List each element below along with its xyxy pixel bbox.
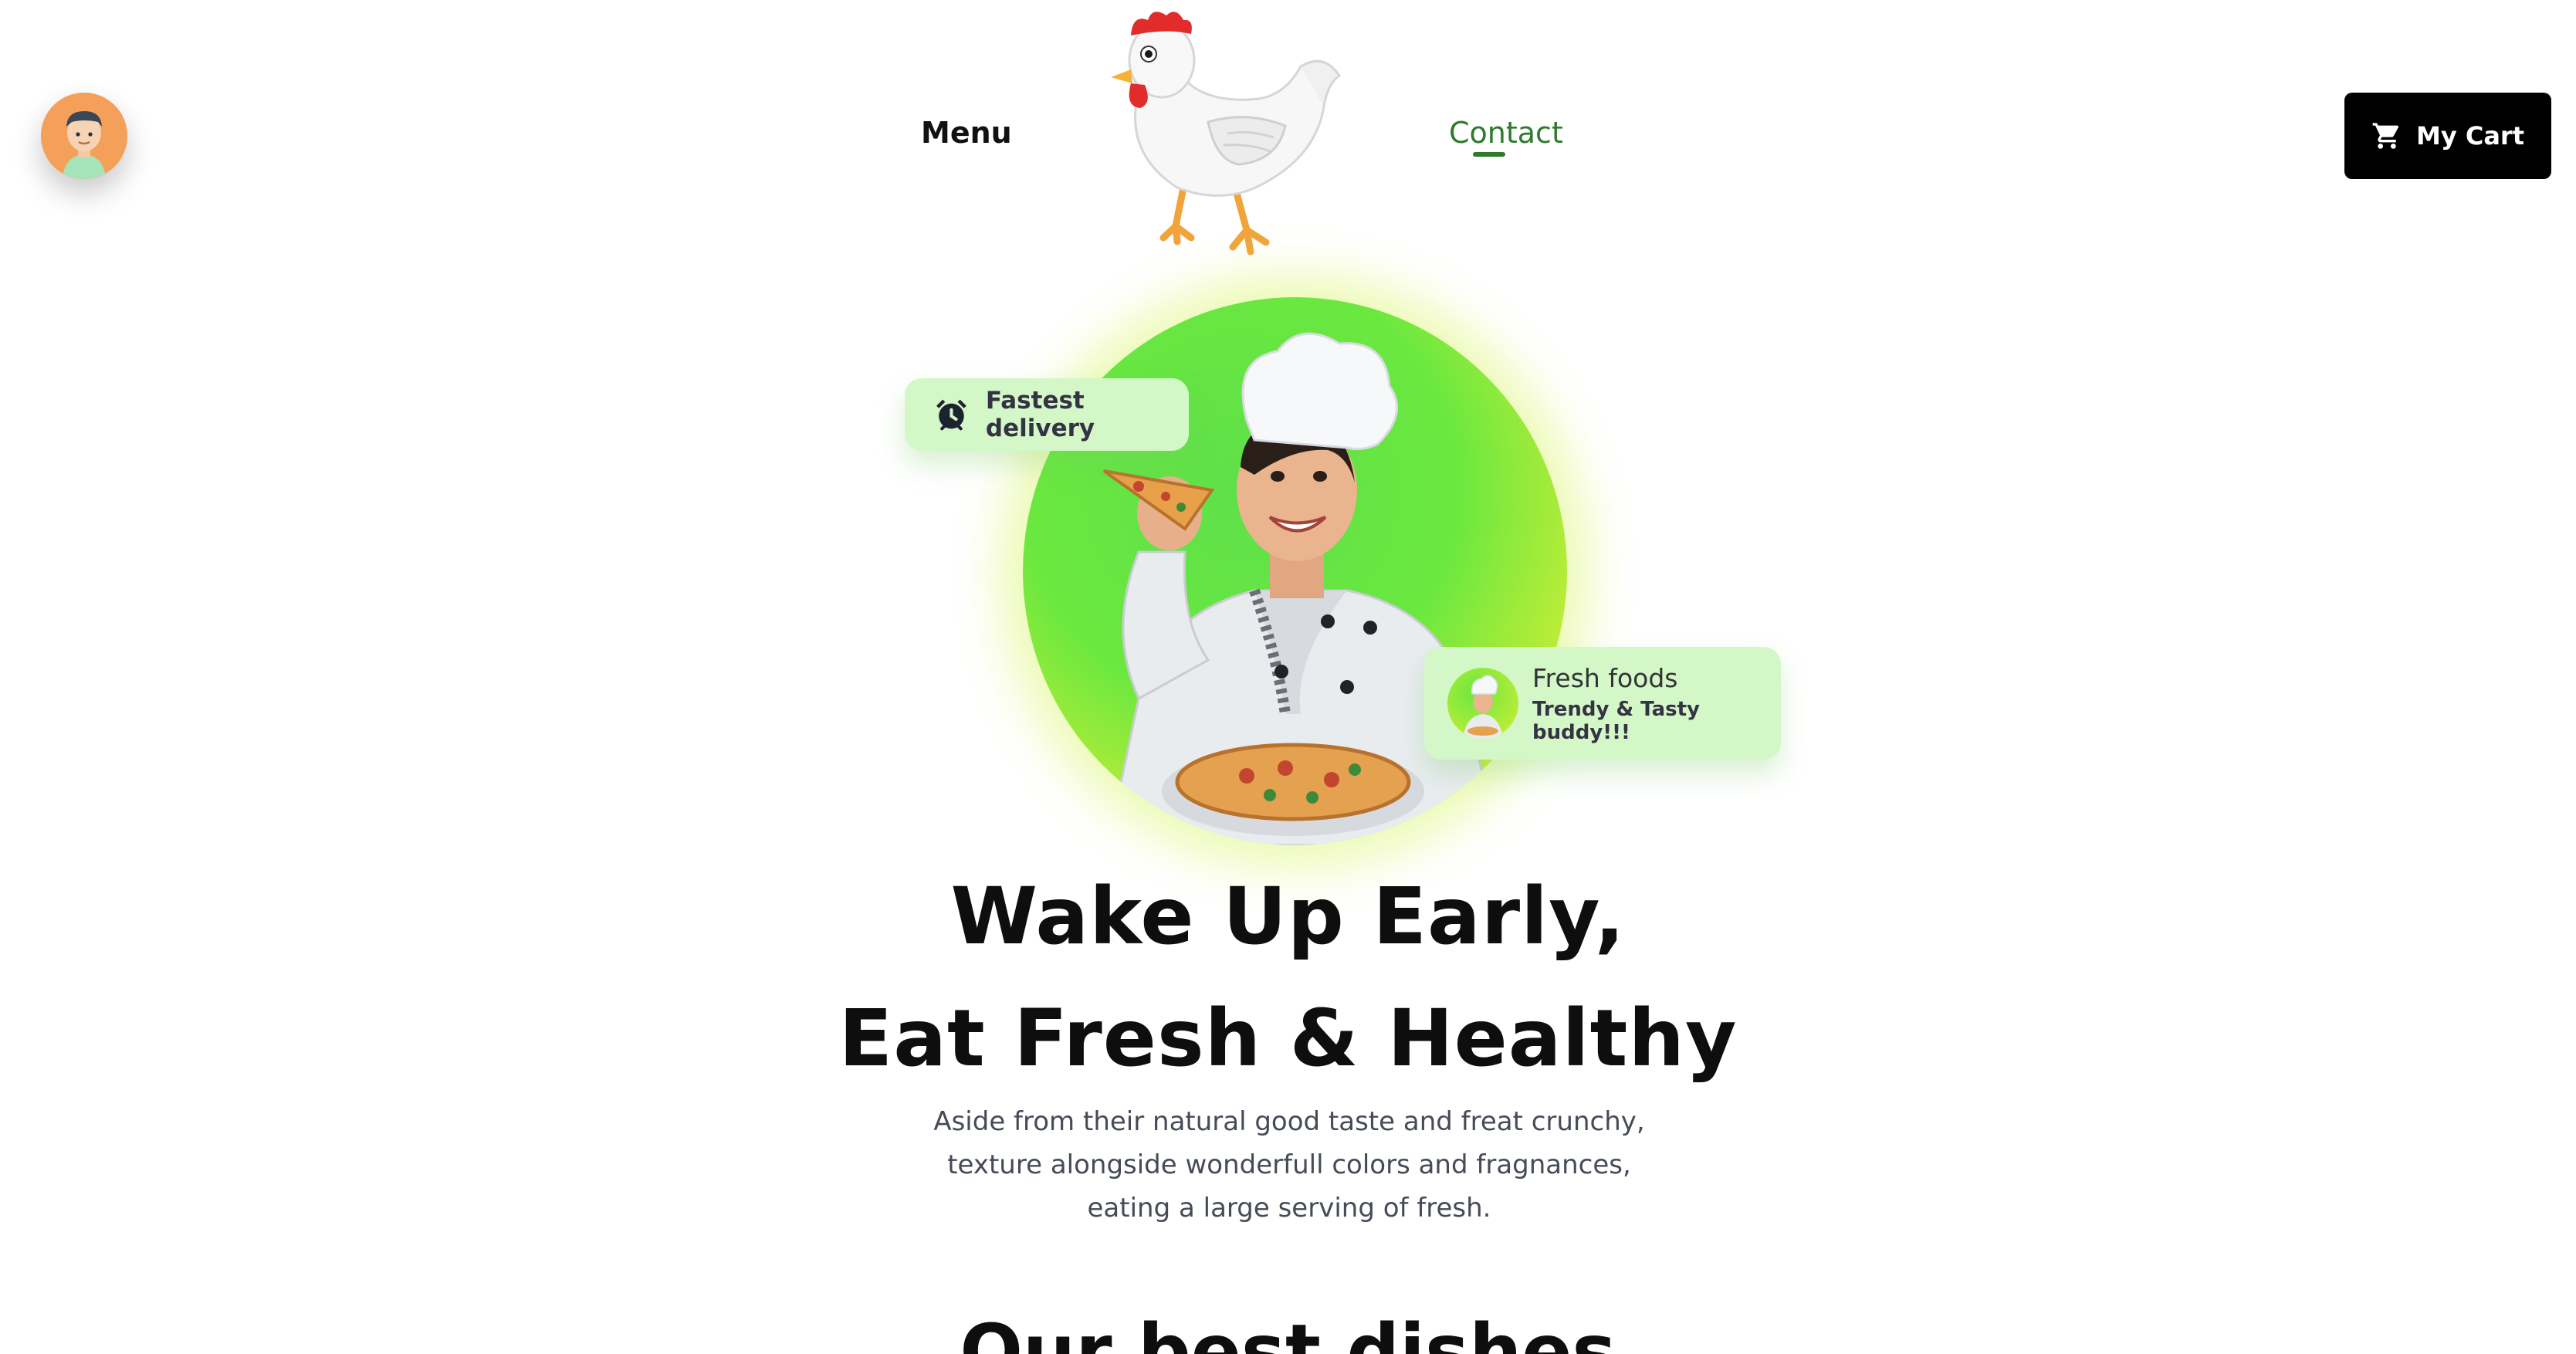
nav-contact-link[interactable]: Contact — [1449, 116, 1563, 150]
hen-icon — [1111, 12, 1342, 256]
nav-menu-link[interactable]: Menu — [921, 116, 1012, 150]
user-avatar-icon — [41, 93, 127, 179]
best-dishes-heading: Our best dishes — [960, 1308, 1616, 1354]
hen-logo — [1092, 6, 1355, 261]
fresh-foods-subtitle: Trendy & Tasty buddy!!! — [1532, 697, 1700, 744]
fresh-foods-badge: Fresh foods Trendy & Tasty buddy!!! — [1424, 647, 1781, 760]
fastest-delivery-label: Fastest delivery — [985, 387, 1095, 442]
active-nav-indicator — [1473, 152, 1505, 157]
chef-thumbnail — [1447, 668, 1518, 739]
avatar[interactable] — [41, 93, 127, 179]
fastest-delivery-badge: Fastest delivery — [905, 378, 1189, 451]
my-cart-label: My Cart — [2416, 121, 2524, 151]
alarm-clock-icon — [936, 399, 966, 431]
fresh-foods-text: Fresh foods Trendy & Tasty buddy!!! — [1532, 663, 1781, 744]
my-cart-button[interactable]: My Cart — [2344, 93, 2551, 179]
page: Menu Contact My Cart Fastest delivery Fr… — [0, 0, 2576, 1354]
cart-icon — [2372, 123, 2399, 149]
fresh-foods-title: Fresh foods — [1532, 662, 1678, 693]
hero-headline-line-1: Wake Up Early, — [950, 871, 1626, 963]
hero-headline-line-2: Eat Fresh & Healthy — [838, 993, 1738, 1085]
hero-description: Aside from their natural good taste and … — [933, 1106, 1645, 1224]
